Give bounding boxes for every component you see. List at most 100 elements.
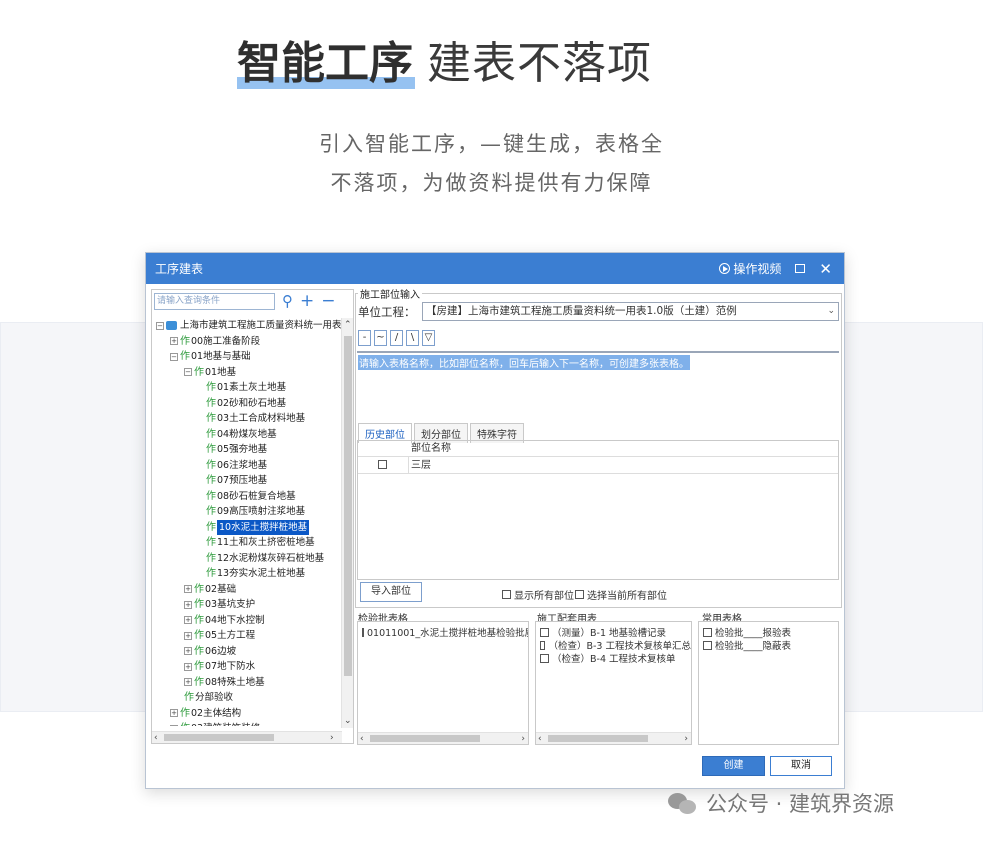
item-checkbox[interactable] xyxy=(540,653,549,663)
expand-icon[interactable]: + xyxy=(170,337,178,345)
process-icon: 作 xyxy=(206,459,216,471)
tree-view[interactable]: − 上海市建筑工程施工质量资料统一用表 + 作 00施工准备阶段 − 作 01地基与基础 − 作 0… xyxy=(152,318,342,726)
tree-node-label: 02基础 xyxy=(205,583,237,595)
tree-node[interactable]: 作 08砂石桩复合地基 xyxy=(206,489,296,504)
tree-node[interactable]: 作 06注浆地基 xyxy=(206,458,267,473)
close-icon[interactable]: ✕ xyxy=(819,261,832,276)
show-all-option[interactable]: 显示所有部位 xyxy=(502,587,574,602)
expand-icon[interactable]: + xyxy=(184,631,192,640)
tree-node[interactable]: 作 12水泥粉煤灰碎石桩地基 xyxy=(206,551,324,566)
expand-icon[interactable]: + xyxy=(170,709,178,717)
tree-node[interactable]: + 作 06边坡 xyxy=(184,644,236,659)
panel-construction-scrollbar[interactable]: ‹ › xyxy=(536,732,691,744)
collapse-icon[interactable]: − xyxy=(184,368,192,376)
item-checkbox[interactable] xyxy=(703,640,712,650)
create-button[interactable]: 创建 xyxy=(702,756,765,776)
process-icon: 作 xyxy=(206,537,216,548)
dash-button[interactable]: - xyxy=(358,330,371,346)
search-input[interactable]: 请输入查询条件 xyxy=(154,292,275,310)
list-item[interactable]: 01011001_水泥土搅拌桩地基检验批质 xyxy=(362,626,528,639)
process-icon: 作 xyxy=(194,614,204,626)
tree-node[interactable]: − 作 01地基 xyxy=(184,365,236,380)
add-icon[interactable]: + xyxy=(300,293,314,310)
panel-common: 检验批____报验表 检验批____隐蔽表 xyxy=(698,621,839,745)
tree-node[interactable]: 作 03土工合成材料地基 xyxy=(206,411,305,426)
tree-vertical-scrollbar[interactable]: ⌃ ⌄ xyxy=(341,318,353,728)
expand-icon[interactable]: + xyxy=(184,647,192,655)
process-icon: 作 xyxy=(194,676,204,688)
item-checkbox[interactable] xyxy=(362,627,364,637)
expand-icon[interactable]: + xyxy=(184,678,192,686)
tree-node[interactable]: + 作 02主体结构 xyxy=(170,706,241,721)
tree-node[interactable]: + 作 04地下水控制 xyxy=(184,613,265,628)
panel-inspection-scrollbar[interactable]: ‹ › xyxy=(358,732,528,744)
tree-node[interactable]: 作 04粉煤灰地基 xyxy=(206,427,277,442)
list-item[interactable]: （检查）B-3 工程技术复核单汇总 xyxy=(540,639,691,652)
tree-node-label: 上海市建筑工程施工质量资料统一用表 xyxy=(180,320,342,331)
item-label: 检验批____报验表 xyxy=(715,628,792,639)
list-item[interactable]: （检查）B-4 工程技术复核单 xyxy=(540,652,691,665)
tree-node[interactable]: + 作 05土方工程 xyxy=(184,628,255,643)
import-button[interactable]: 导入部位 xyxy=(360,582,422,602)
show-all-label: 显示所有部位 xyxy=(514,591,574,602)
item-checkbox[interactable] xyxy=(540,640,546,650)
backslash-button[interactable]: \ xyxy=(406,330,419,346)
tree-node[interactable]: 作分部验收 xyxy=(184,690,233,705)
cancel-button[interactable]: 取消 xyxy=(770,756,832,776)
tree-node-label: 02砂和砂石地基 xyxy=(217,397,287,409)
unit-select[interactable]: 【房建】上海市建筑工程施工质量资料统一用表1.0版（土建）范例 ⌄ xyxy=(422,302,839,321)
slash-button[interactable]: / xyxy=(390,330,403,346)
select-all-option[interactable]: 选择当前所有部位 xyxy=(575,587,667,602)
collapse-icon[interactable]: − xyxy=(156,321,164,330)
part-name-textarea[interactable]: 请输入表格名称，比如部位名称，回车后输入下一名称，可创建多张表格。 xyxy=(357,351,839,419)
item-checkbox[interactable] xyxy=(703,627,712,637)
tree-node[interactable]: 作 11土和灰土挤密桩地基 xyxy=(206,535,315,550)
tree-node-label: 00施工准备阶段 xyxy=(191,335,261,347)
tree-node[interactable]: 作 01素土灰土地基 xyxy=(206,380,286,395)
process-icon: 作 xyxy=(194,645,204,657)
tree-node[interactable]: − 上海市建筑工程施工质量资料统一用表 xyxy=(156,318,342,333)
search-icon[interactable]: ⚲ xyxy=(282,294,293,309)
tree-horizontal-scrollbar[interactable]: ‹ › xyxy=(152,731,342,743)
tree-node[interactable]: + 作 08特殊土地基 xyxy=(184,675,265,690)
expand-icon[interactable]: + xyxy=(184,616,192,624)
tree-node[interactable]: 作 07预压地基 xyxy=(206,473,267,488)
tree-node-label: 05强夯地基 xyxy=(217,444,268,455)
tree-node[interactable]: + 作 00施工准备阶段 xyxy=(170,334,260,349)
tree-node[interactable]: 作 10水泥土搅拌桩地基 xyxy=(206,519,310,535)
tree-node[interactable]: 作 13夯实水泥土桩地基 xyxy=(206,566,305,581)
tree-node[interactable]: 作 02砂和砂石地基 xyxy=(206,396,286,411)
tree-node[interactable]: − 作 01地基与基础 xyxy=(170,349,251,364)
process-icon: 作 xyxy=(194,661,204,672)
tree-node[interactable]: +作03建筑装饰装修 xyxy=(170,721,260,726)
expand-icon[interactable]: + xyxy=(170,724,178,726)
list-item[interactable]: 检验批____报验表 xyxy=(703,626,838,639)
show-all-checkbox[interactable] xyxy=(502,590,511,599)
process-icon: 作 xyxy=(180,707,190,719)
tree-node[interactable]: 作 05强夯地基 xyxy=(206,442,267,457)
watermark: 公众号 · 建筑界资源 xyxy=(668,788,894,818)
collapse-icon[interactable]: − xyxy=(170,352,178,361)
tilde-button[interactable]: ~ xyxy=(374,330,387,346)
expand-icon[interactable]: + xyxy=(184,662,192,671)
more-button[interactable]: ▽ xyxy=(422,330,435,346)
list-item[interactable]: （测量）B-1 地基验槽记录 xyxy=(540,626,691,639)
item-checkbox[interactable] xyxy=(540,627,549,637)
maximize-icon[interactable] xyxy=(795,264,806,273)
list-item[interactable]: 检验批____隐蔽表 xyxy=(703,639,838,652)
tree-node[interactable]: + 作 07地下防水 xyxy=(184,659,255,674)
process-icon: 作 xyxy=(206,568,216,579)
video-button[interactable]: 操作视频 xyxy=(719,260,781,277)
tree-node[interactable]: + 作 02基础 xyxy=(184,582,236,597)
process-icon: 作 xyxy=(194,366,204,378)
row-checkbox[interactable] xyxy=(378,460,387,469)
tree-node-label: 05土方工程 xyxy=(205,630,256,641)
remove-icon[interactable]: − xyxy=(321,293,335,310)
select-all-checkbox[interactable] xyxy=(575,590,584,599)
tree-node[interactable]: 作 09高压喷射注浆地基 xyxy=(206,504,305,519)
expand-icon[interactable]: + xyxy=(184,600,192,609)
expand-icon[interactable]: + xyxy=(184,585,192,593)
tree-node[interactable]: + 作 03基坑支护 xyxy=(184,597,255,612)
table-row[interactable]: 三层 xyxy=(358,457,838,474)
tree-node-label: 04粉煤灰地基 xyxy=(217,428,277,440)
